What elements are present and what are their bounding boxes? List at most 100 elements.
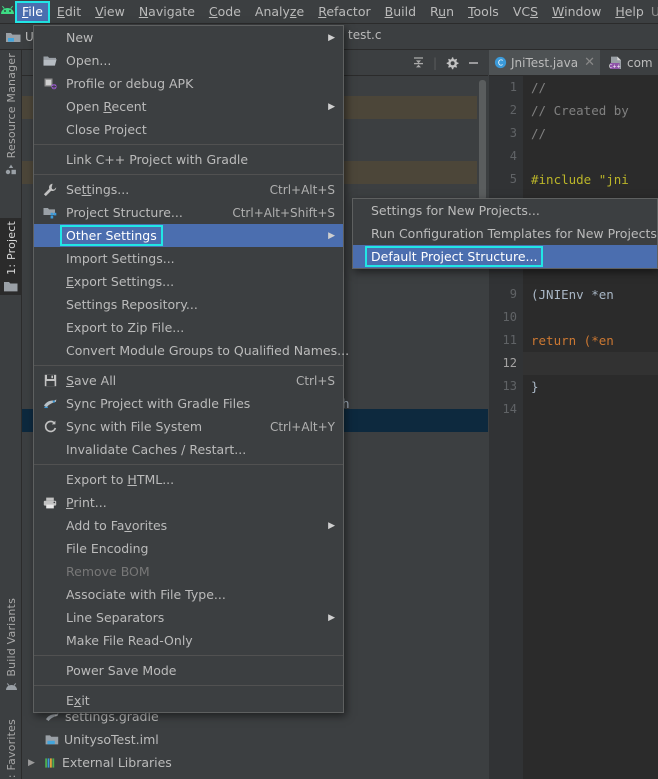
file-menu-dropdown: New ▶ Open... Profile or debug APK Open Rece… <box>33 25 349 713</box>
menu-item-make-file-read-only[interactable]: Make File Read-Only <box>34 629 343 652</box>
menu-item-label: Link C++ Project with Gradle <box>66 152 249 167</box>
menu-item-line-separators[interactable]: Line Separators ▶ <box>34 606 343 629</box>
menu-bar-item-label: Refactor <box>318 4 371 19</box>
tab-com[interactable]: C++ com <box>604 50 658 75</box>
menu-item-label: Import Settings... <box>66 251 175 266</box>
menu-item-open[interactable]: Open... <box>34 49 343 72</box>
menu-item-export-to-html[interactable]: Export to HTML... <box>34 468 343 491</box>
close-icon[interactable]: ✕ <box>584 55 595 70</box>
java-class-icon: C <box>494 56 507 69</box>
gradle-sync-icon <box>34 397 66 410</box>
tree-item-scratches-and-consoles[interactable]: Scratches and Consoles <box>22 774 488 779</box>
menu-separator <box>34 464 343 465</box>
window-title-right: Un <box>650 4 658 19</box>
menu-bar-item-vcs[interactable]: VCS <box>506 1 545 23</box>
menu-item-file-encoding[interactable]: File Encoding <box>34 537 343 560</box>
menu-item-print[interactable]: Print... <box>34 491 343 514</box>
line-number: 4 <box>509 149 517 163</box>
left-tool-window-bar: Resource Manager 1: Project Build Varian… <box>0 50 22 779</box>
menu-item-label: Invalidate Caches / Restart... <box>66 442 247 457</box>
menu-item-settings-repository[interactable]: Settings Repository... <box>34 293 343 316</box>
editor-tab-strip: C JniTest.java ✕ C++ com <box>489 50 658 76</box>
menu-item-save-all[interactable]: Save All Ctrl+S <box>34 369 343 392</box>
menu-item-exit[interactable]: Exit <box>34 689 343 712</box>
sidebar-item-label: Resource Manager <box>4 53 18 159</box>
menu-item-label: Print... <box>66 495 107 510</box>
menu-item-other-settings[interactable]: Other Settings ▶ <box>34 224 343 247</box>
menu-item-convert-module-groups-to-qualified-names[interactable]: Convert Module Groups to Qualified Names… <box>34 339 349 362</box>
iml-file-icon <box>45 734 59 746</box>
sidebar-item-build-variants[interactable]: Build Variants <box>0 595 22 695</box>
submenu-item-run-configuration-templates-for-new-projects[interactable]: Run Configuration Templates for New Proj… <box>353 222 657 245</box>
menu-bar-item-label: Build <box>384 4 417 19</box>
line-number: 10 <box>502 310 517 324</box>
menu-bar-item-run[interactable]: Run <box>423 1 461 23</box>
menu-item-project-structure[interactable]: Project Structure... Ctrl+Alt+Shift+S <box>34 201 343 224</box>
menu-bar-item-navigate[interactable]: Navigate <box>132 1 202 23</box>
menu-bar-item-file[interactable]: File <box>15 0 50 23</box>
code-line: // <box>531 126 547 141</box>
tree-item-label: External Libraries <box>62 755 172 770</box>
breadcrumb[interactable]: U <box>0 30 34 44</box>
menu-item-settings[interactable]: Settings... Ctrl+Alt+S <box>34 178 343 201</box>
menu-item-power-save-mode[interactable]: Power Save Mode <box>34 659 343 682</box>
menu-item-profile-or-debug-apk[interactable]: Profile or debug APK <box>34 72 343 95</box>
submenu-item-label: Settings for New Projects... <box>371 203 540 218</box>
menu-bar-item-edit[interactable]: Edit <box>50 1 88 23</box>
svg-text:C: C <box>498 58 503 67</box>
menu-separator <box>34 685 343 686</box>
menu-bar-item-code[interactable]: Code <box>202 1 248 23</box>
hide-icon[interactable] <box>467 56 480 69</box>
menu-bar-item-build[interactable]: Build <box>378 1 423 23</box>
sidebar-item-project[interactable]: 1: Project <box>0 218 22 295</box>
menu-item-close-project[interactable]: Close Project <box>34 118 343 141</box>
menu-bar-item-help[interactable]: Help <box>608 1 651 23</box>
tree-item-external-libraries[interactable]: ▶ External Libraries <box>22 751 488 774</box>
menu-separator <box>34 365 343 366</box>
menu-item-associate-with-file-type[interactable]: Associate with File Type... <box>34 583 343 606</box>
chevron-right-icon[interactable]: ▶ <box>28 758 39 768</box>
chevron-right-icon: ▶ <box>328 32 335 43</box>
collapse-all-icon[interactable] <box>412 56 425 69</box>
menu-bar-item-label: Navigate <box>138 4 195 19</box>
menu-bar-item-view[interactable]: View <box>88 1 132 23</box>
menu-item-label-wrap: Other Settings <box>60 225 163 246</box>
menu-item-sync-project-with-gradle-files[interactable]: Sync Project with Gradle Files <box>34 392 343 415</box>
menu-separator <box>34 144 343 145</box>
menu-item-import-settings[interactable]: Import Settings... <box>34 247 343 270</box>
menu-bar-item-analyze[interactable]: Analyze <box>248 1 311 23</box>
menu-item-label: Export Settings... <box>66 274 175 289</box>
menu-item-label: Power Save Mode <box>66 663 177 678</box>
code-line: return (*en <box>531 333 614 348</box>
menu-item-new[interactable]: New ▶ <box>34 26 343 49</box>
scrollbar-thumb[interactable] <box>479 80 486 200</box>
android-icon <box>5 680 18 695</box>
tab-jnitest-java[interactable]: C JniTest.java ✕ <box>489 50 600 75</box>
menu-item-label: Open Recent <box>66 99 147 114</box>
menu-bar-item-refactor[interactable]: Refactor <box>311 1 377 23</box>
sidebar-item-label: 1: Project <box>4 221 18 275</box>
menu-item-open-recent[interactable]: Open Recent ▶ <box>34 95 343 118</box>
menu-item-export-settings[interactable]: Export Settings... <box>34 270 343 293</box>
printer-icon <box>34 497 66 509</box>
menu-item-label: Associate with File Type... <box>66 587 226 602</box>
sidebar-item-resource-manager[interactable]: Resource Manager <box>0 50 22 178</box>
menu-bar-item-window[interactable]: Window <box>545 1 608 23</box>
menu-item-label: Close Project <box>66 122 147 137</box>
menu-item-export-to-zip-file[interactable]: Export to Zip File... <box>34 316 343 339</box>
gear-icon[interactable] <box>445 56 459 70</box>
menu-bar-item-label: Tools <box>468 4 499 19</box>
code-line: #include "jni <box>531 172 629 187</box>
wrench-icon <box>34 183 66 197</box>
code-content[interactable]: // // Created by // #include "jni (JNIEn… <box>523 76 658 779</box>
menu-item-link-c-project-with-gradle[interactable]: Link C++ Project with Gradle <box>34 148 343 171</box>
menu-bar-item-tools[interactable]: Tools <box>461 1 506 23</box>
menu-item-label: Sync with File System <box>66 419 203 434</box>
menu-item-invalidate-caches-restart[interactable]: Invalidate Caches / Restart... <box>34 438 343 461</box>
menu-item-sync-with-file-system[interactable]: Sync with File System Ctrl+Alt+Y <box>34 415 343 438</box>
tree-item-unitysotest-iml[interactable]: UnitysoTest.iml <box>22 728 488 751</box>
sidebar-item-favorites[interactable]: 2: Favorites <box>0 716 22 779</box>
menu-item-add-to-favorites[interactable]: Add to Favorites ▶ <box>34 514 343 537</box>
submenu-item-default-project-structure[interactable]: Default Project Structure... <box>353 245 657 268</box>
submenu-item-settings-for-new-projects[interactable]: Settings for New Projects... <box>353 199 657 222</box>
